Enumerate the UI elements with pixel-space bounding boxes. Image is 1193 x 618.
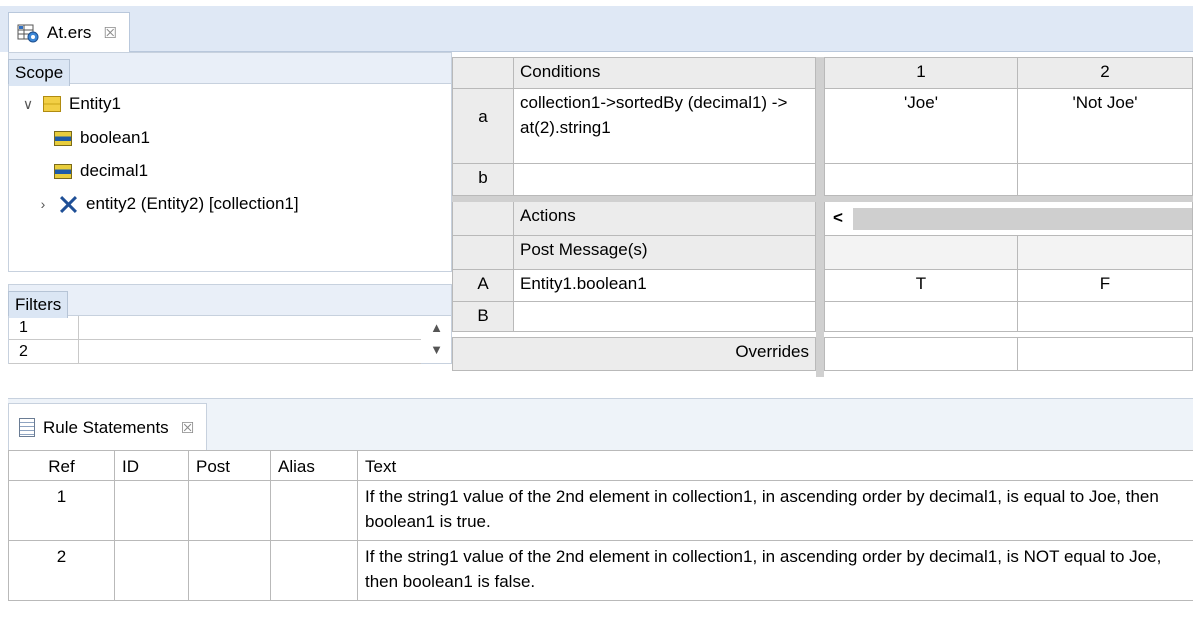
- filter-row[interactable]: 1: [9, 316, 421, 340]
- action-value[interactable]: [1018, 302, 1193, 332]
- overrides-label: Overrides: [452, 337, 816, 371]
- editor-tab-bar: At.ers ☒: [0, 0, 1193, 53]
- tree-item-entity1[interactable]: ∨ Entity1: [21, 90, 121, 118]
- tree-item-label: boolean1: [80, 128, 150, 147]
- document-icon: [19, 418, 35, 437]
- filter-row[interactable]: 2: [9, 340, 421, 364]
- conditions-header: Conditions: [514, 57, 816, 89]
- collapsed-chevron-icon[interactable]: ›: [36, 196, 50, 212]
- alias-cell[interactable]: [271, 481, 358, 540]
- tree-item-decimal1[interactable]: decimal1: [54, 157, 148, 185]
- id-cell[interactable]: [115, 481, 189, 540]
- left-panel: Scope ∨ Entity1 boolean1 decimal1 › enti…: [8, 52, 452, 364]
- association-icon: [58, 195, 78, 213]
- post-message-header: Post Message(s): [514, 236, 816, 270]
- condition-value[interactable]: 'Not Joe': [1018, 89, 1193, 164]
- editor-tab-title: At.ers: [47, 23, 92, 42]
- post-message-cell[interactable]: [1018, 236, 1193, 270]
- action-value[interactable]: [824, 302, 1018, 332]
- scope-tab[interactable]: Scope: [8, 59, 71, 86]
- tree-item-label: decimal1: [80, 161, 149, 180]
- condition-expression[interactable]: collection1->sortedBy (decimal1) -> at(2…: [514, 89, 816, 164]
- condition-value[interactable]: 'Joe': [824, 89, 1018, 164]
- column-splitter[interactable]: [816, 57, 824, 377]
- action-value[interactable]: F: [1018, 270, 1193, 302]
- column-header-ref[interactable]: Ref: [8, 451, 115, 480]
- rule-statements-tab-bar: Rule Statements ☒: [8, 398, 1193, 451]
- condition-letter: a: [452, 89, 514, 164]
- filters-header: Filters: [8, 284, 452, 318]
- actions-header: Actions: [514, 202, 816, 236]
- action-letter: A: [452, 270, 514, 302]
- post-cell[interactable]: [189, 481, 271, 540]
- tree-item-label: entity2 (Entity2) [collection1]: [86, 194, 299, 213]
- entity-icon: [43, 96, 61, 112]
- letter-header: [452, 57, 514, 89]
- editor-tab-strip: At.ers ☒: [8, 6, 1193, 53]
- post-cell[interactable]: [189, 541, 271, 600]
- condition-expression[interactable]: [514, 164, 816, 196]
- attribute-icon: [54, 130, 72, 146]
- column-header-2[interactable]: 2: [1018, 57, 1193, 89]
- column-header-post[interactable]: Post: [189, 451, 271, 480]
- ruletest-icon: [17, 24, 39, 43]
- letter-header: [452, 236, 514, 270]
- post-message-cell[interactable]: [824, 236, 1018, 270]
- tree-item-label: Entity1: [69, 94, 121, 113]
- table-row[interactable]: 2 If the string1 value of the 2nd elemen…: [8, 541, 1193, 601]
- filters-list: 1 2 ▲ ▼: [8, 316, 452, 364]
- decision-table: Conditions 1 2 a collection1->sortedBy (…: [452, 57, 1193, 377]
- scroll-left-icon[interactable]: <: [833, 204, 843, 232]
- column-header-1[interactable]: 1: [824, 57, 1018, 89]
- rule-statements-title: Rule Statements: [43, 417, 169, 437]
- filter-row-number: 1: [9, 316, 79, 339]
- overrides-cell[interactable]: [824, 337, 1018, 371]
- scope-header: Scope: [8, 52, 452, 86]
- id-cell[interactable]: [115, 541, 189, 600]
- text-cell[interactable]: If the string1 value of the 2nd element …: [358, 481, 1193, 540]
- table-header-row: Ref ID Post Alias Text: [8, 450, 1193, 481]
- ref-cell: 1: [8, 481, 115, 540]
- column-header-id[interactable]: ID: [115, 451, 189, 480]
- action-value[interactable]: T: [824, 270, 1018, 302]
- column-header-text[interactable]: Text: [358, 451, 1193, 480]
- scroll-down-icon[interactable]: ▼: [430, 342, 443, 357]
- expand-chevron-icon[interactable]: ∨: [21, 96, 35, 113]
- action-expression[interactable]: [514, 302, 816, 332]
- attribute-icon: [54, 163, 72, 179]
- tree-item-entity2[interactable]: › entity2 (Entity2) [collection1]: [41, 190, 299, 218]
- condition-value[interactable]: [1018, 164, 1193, 196]
- scrollbar-thumb[interactable]: [853, 208, 1192, 230]
- column-header-alias[interactable]: Alias: [271, 451, 358, 480]
- table-row[interactable]: 1 If the string1 value of the 2nd elemen…: [8, 481, 1193, 541]
- action-letter: B: [452, 302, 514, 332]
- action-expression[interactable]: Entity1.boolean1: [514, 270, 816, 302]
- text-cell[interactable]: If the string1 value of the 2nd element …: [358, 541, 1193, 600]
- close-tab-icon[interactable]: ☒: [103, 24, 116, 42]
- scroll-up-icon[interactable]: ▲: [430, 320, 443, 335]
- rule-statements-view: Rule Statements ☒ Ref ID Post Alias Text…: [8, 398, 1193, 618]
- ref-cell: 2: [8, 541, 115, 600]
- editor-tab-ruletest[interactable]: At.ers ☒: [8, 12, 130, 53]
- filter-row-number: 2: [9, 340, 79, 363]
- alias-cell[interactable]: [271, 541, 358, 600]
- overrides-cell[interactable]: [1018, 337, 1193, 371]
- condition-value[interactable]: [824, 164, 1018, 196]
- rule-statements-tab[interactable]: Rule Statements ☒: [8, 403, 208, 451]
- scope-tree: ∨ Entity1 boolean1 decimal1 › entity2 (E…: [8, 84, 452, 272]
- filters-tab[interactable]: Filters: [8, 291, 69, 318]
- letter-header: [452, 202, 514, 236]
- tree-item-boolean1[interactable]: boolean1: [54, 124, 150, 152]
- close-view-icon[interactable]: ☒: [181, 419, 194, 437]
- horizontal-scrollbar[interactable]: <: [824, 202, 1193, 236]
- condition-letter: b: [452, 164, 514, 196]
